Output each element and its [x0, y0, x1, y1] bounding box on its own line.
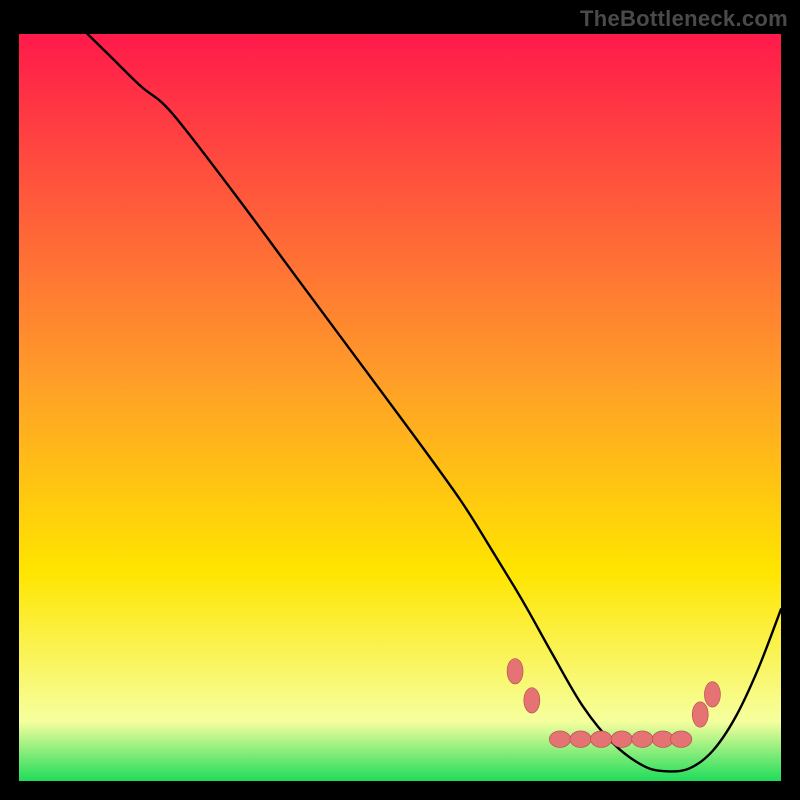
- chart-marker-strip-3: [591, 731, 612, 747]
- chart-marker-strip-7: [671, 731, 692, 747]
- chart-marker-strip-5: [632, 731, 653, 747]
- chart-svg: [19, 34, 781, 781]
- chart-marker-strip-2: [570, 731, 591, 747]
- chart-marker-strip-1: [549, 731, 570, 747]
- chart-background-gradient: [19, 34, 781, 781]
- chart-plot-area: [19, 34, 781, 781]
- chart-marker-dot-right-upper: [704, 682, 720, 707]
- chart-marker-strip-4: [611, 731, 632, 747]
- chart-marker-dot-left-upper: [507, 658, 523, 683]
- chart-frame: TheBottleneck.com: [0, 0, 800, 800]
- chart-marker-dot-left-lower: [524, 688, 540, 713]
- chart-marker-dot-right-eye: [692, 702, 708, 727]
- watermark-text: TheBottleneck.com: [580, 6, 788, 32]
